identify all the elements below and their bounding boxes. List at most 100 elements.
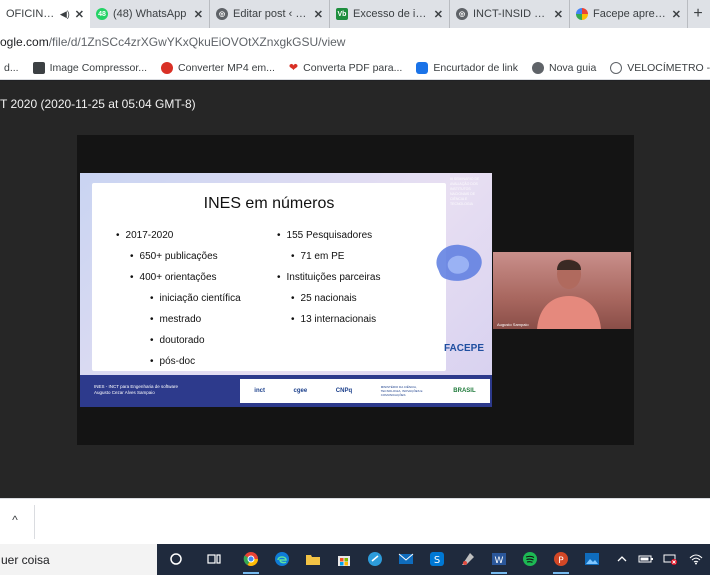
close-tab-icon[interactable]: ✕ <box>672 8 681 21</box>
brasil-logo: BRASIL <box>453 388 476 394</box>
chrome-icon[interactable] <box>241 549 261 574</box>
footer-text: INES - INCT para Engenharia de software … <box>94 384 178 396</box>
google-icon <box>576 8 588 20</box>
paint-icon[interactable] <box>458 549 478 569</box>
file-title: T 2020 (2020-11-25 at 05:04 GMT-8) <box>0 97 196 111</box>
tab-title: Facepe apresen <box>593 8 667 20</box>
bookmark-item[interactable]: VELOCÍMETRO - Te... <box>610 61 710 74</box>
decorative-blob-icon <box>436 244 482 281</box>
tab-whatsapp[interactable]: 48 (48) WhatsApp ✕ <box>90 0 210 28</box>
photos-icon[interactable] <box>582 549 602 569</box>
svg-text:S: S <box>434 555 440 566</box>
network-icon[interactable] <box>660 549 680 569</box>
spotify-icon[interactable] <box>520 549 540 569</box>
list-item: 650+ publicações <box>116 246 241 267</box>
heart-icon: ❤ <box>288 62 299 74</box>
tab-title: INCT-INSID – In <box>473 8 549 20</box>
vb-icon: Vb <box>336 8 348 20</box>
tab-title: (48) WhatsApp <box>113 8 187 20</box>
presenter-silhouette-icon <box>537 259 601 329</box>
close-tab-icon[interactable]: ✕ <box>554 8 563 21</box>
list-item: doutorado <box>116 330 241 351</box>
task-view-icon[interactable] <box>204 549 224 569</box>
skype-business-icon[interactable]: S <box>427 549 447 569</box>
speedometer-icon <box>610 61 623 74</box>
list-item: 2017-2020 <box>116 225 241 246</box>
video-player[interactable]: INES em números 2017-2020 650+ publicaçõ… <box>77 135 634 445</box>
list-item: 13 internacionais <box>277 309 380 330</box>
tab-title: Excesso de infor <box>353 8 429 20</box>
slide-footer: INES - INCT para Engenharia de software … <box>80 375 492 407</box>
tab-oficina[interactable]: OFICINA VII ◀) ✕ <box>0 0 90 28</box>
drive-file-viewer: T 2020 (2020-11-25 at 05:04 GMT-8) INES … <box>0 81 710 498</box>
svg-text:P: P <box>558 556 564 566</box>
url-text[interactable]: ogle.com/file/d/1ZnSCc4zrXGwYKxQkuEiOVOt… <box>0 35 345 49</box>
tab-editar-post[interactable]: ◎ Editar post ‹ FAC ✕ <box>210 0 330 28</box>
inct-logo: inct <box>254 388 265 394</box>
word-icon[interactable]: W <box>489 549 509 574</box>
close-tab-icon[interactable]: ✕ <box>434 8 443 21</box>
search-text: uer coisa <box>1 552 50 567</box>
bookmark-item[interactable]: Nova guia <box>532 61 597 74</box>
facepe-logo: FACEPE <box>444 343 485 354</box>
whatsapp-icon: 48 <box>96 8 108 20</box>
list-item: 400+ orientações <box>116 267 241 288</box>
participant-name: Augusto Sampaio <box>497 322 529 327</box>
chevron-up-icon[interactable] <box>612 549 632 569</box>
url-path: /file/d/1ZnSCc4zrXGwYKxQkuEiOVOtXZnxgkGS… <box>48 35 346 49</box>
cnpq-logo: CNPq <box>335 388 353 394</box>
taskbar-search-box[interactable]: uer coisa <box>0 544 157 575</box>
globe-icon: ◎ <box>216 8 228 20</box>
tab-title: Editar post ‹ FAC <box>233 8 309 20</box>
bookmark-item[interactable]: ❤ Converta PDF para... <box>288 61 402 75</box>
mail-icon[interactable] <box>396 549 416 569</box>
bookmark-label: Nova guia <box>549 61 597 74</box>
tab-excesso[interactable]: Vb Excesso de infor ✕ <box>330 0 450 28</box>
windows-taskbar: uer coisa S W P <box>0 544 710 575</box>
ministry-logo: MINISTÉRIO DA CIÊNCIA, TECNOLOGIA, INOVA… <box>380 385 423 397</box>
tab-title: OFICINA VII <box>6 8 55 20</box>
cortana-icon[interactable] <box>166 549 186 569</box>
edge-icon[interactable] <box>272 549 292 569</box>
slide-content-card: INES em números 2017-2020 650+ publicaçõ… <box>92 183 446 371</box>
list-item: iniciação científica <box>116 288 241 309</box>
bookmark-item[interactable]: d... <box>4 62 19 74</box>
battery-icon[interactable] <box>636 549 656 569</box>
bookmarks-bar: d... Image Compressor... Converter MP4 e… <box>0 56 710 80</box>
bookmark-label: d... <box>4 61 19 74</box>
globe-icon: ◎ <box>456 8 468 20</box>
powerpoint-icon[interactable]: P <box>551 549 571 574</box>
audio-icon[interactable]: ◀) <box>60 9 70 20</box>
webcam-feed: Augusto Sampaio <box>493 252 631 329</box>
sponsor-logos: inct cgee CNPq MINISTÉRIO DA CIÊNCIA, TE… <box>240 379 490 403</box>
file-explorer-icon[interactable] <box>303 549 323 569</box>
wifi-icon[interactable] <box>686 549 706 569</box>
cgee-logo: cgee <box>293 388 308 394</box>
new-tab-button[interactable]: + <box>688 0 708 28</box>
presentation-slide: INES em números 2017-2020 650+ publicaçõ… <box>80 173 492 407</box>
globe-icon <box>532 61 544 74</box>
bookmark-label: Encurtador de link <box>433 61 518 74</box>
list-item: 25 nacionais <box>277 288 380 309</box>
skype-icon[interactable] <box>365 549 385 569</box>
svg-text:W: W <box>495 556 504 566</box>
chevron-up-icon[interactable]: ^ <box>8 513 22 527</box>
tab-facepe[interactable]: Facepe apresen ✕ <box>570 0 688 28</box>
download-shelf: ^ <box>0 498 710 544</box>
bookmark-item[interactable]: Encurtador de link <box>416 61 518 74</box>
close-tab-icon[interactable]: ✕ <box>314 8 323 21</box>
tab-inct-insid[interactable]: ◎ INCT-INSID – In ✕ <box>450 0 570 28</box>
link-icon <box>416 61 429 74</box>
close-tab-icon[interactable]: ✕ <box>75 8 84 21</box>
divider <box>34 505 35 539</box>
store-icon[interactable] <box>334 549 354 569</box>
footer-line: Augusto Cezar Alves Sampaio <box>94 390 155 395</box>
bookmark-item[interactable]: Converter MP4 em... <box>161 61 275 74</box>
address-bar[interactable]: ogle.com/file/d/1ZnSCc4zrXGwYKxQkuEiOVOt… <box>0 28 710 56</box>
bookmark-item[interactable]: Image Compressor... <box>32 61 148 74</box>
close-tab-icon[interactable]: ✕ <box>194 8 203 21</box>
seminar-note: III SEMINÁRIO DE AVALIAÇÃO DOS INSTITUTO… <box>450 177 480 206</box>
image-icon <box>32 61 45 74</box>
bookmark-label: Image Compressor... <box>49 61 148 74</box>
list-item: mestrado <box>116 309 241 330</box>
